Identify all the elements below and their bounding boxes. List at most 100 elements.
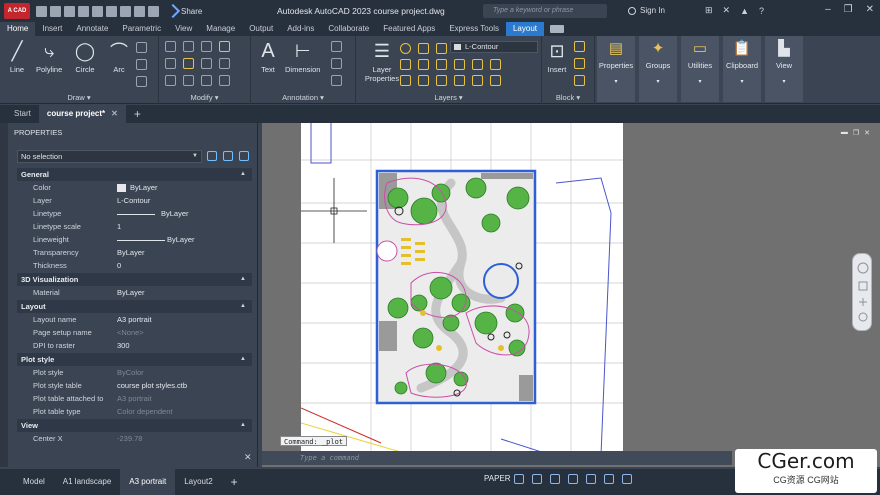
rectangle-icon[interactable] <box>136 42 147 53</box>
share-button[interactable]: Share <box>165 3 202 19</box>
property-row[interactable]: Linetype ByLayer <box>17 207 252 220</box>
property-row[interactable]: Thickness 0 <box>17 259 252 272</box>
tab-parametric[interactable]: Parametric <box>115 22 168 36</box>
layer-lock-icon[interactable] <box>436 43 447 54</box>
block-panel-label[interactable]: Block ▾ <box>542 93 594 102</box>
view-panel-button[interactable]: ▙ View ▾ <box>765 36 803 102</box>
close-icon[interactable]: ✕ <box>866 4 874 15</box>
explode-icon[interactable] <box>219 58 230 69</box>
clipboard-panel-button[interactable]: 📋 Clipboard ▾ <box>723 36 761 102</box>
command-input[interactable]: Type a command <box>300 454 359 462</box>
insert-block-tool[interactable]: ⊡ Insert <box>546 40 568 75</box>
add-layout-plus-icon[interactable]: + <box>222 469 247 495</box>
property-row[interactable]: Transparency ByLayer <box>17 246 252 259</box>
table-icon[interactable] <box>331 75 342 86</box>
layer-tool-6-icon[interactable] <box>490 59 501 70</box>
app-menu-button[interactable]: A CAD <box>4 3 30 19</box>
autodesk-icon[interactable]: ▲ <box>740 6 749 16</box>
line-tool[interactable]: ╱ Line <box>6 40 28 75</box>
close-tab-icon[interactable]: ✕ <box>111 109 118 118</box>
osnap-icon[interactable] <box>568 474 578 484</box>
layout-tab-layout2[interactable]: Layout2 <box>175 469 221 495</box>
property-row[interactable]: Plot style ByColor <box>17 366 252 379</box>
property-row[interactable]: Material ByLayer <box>17 286 252 299</box>
attribute-icon[interactable] <box>574 75 585 86</box>
section-3d-visualization[interactable]: 3D Visualization ▲ <box>17 273 252 286</box>
command-line[interactable]: Type a command <box>262 451 732 465</box>
move-icon[interactable] <box>165 41 176 52</box>
layer-tool-4-icon[interactable] <box>454 59 465 70</box>
restore-icon[interactable]: ❐ <box>844 4 853 15</box>
close-command-line-icon[interactable]: ✕ <box>244 452 252 463</box>
polar-icon[interactable] <box>550 474 560 484</box>
property-row[interactable]: Plot table attached to A3 portrait <box>17 392 252 405</box>
tab-insert[interactable]: Insert <box>35 22 69 36</box>
property-row[interactable]: Linetype scale 1 <box>17 220 252 233</box>
tab-course-project[interactable]: course project* ✕ <box>38 105 126 123</box>
offset-icon[interactable] <box>219 75 230 86</box>
property-row[interactable]: Plot table type Color dependent <box>17 405 252 418</box>
close-viewport-icon[interactable]: ✕ <box>864 129 870 137</box>
tab-annotate[interactable]: Annotate <box>69 22 115 36</box>
leader-icon[interactable] <box>331 58 342 69</box>
annotation-scale-icon[interactable] <box>604 474 614 484</box>
linear-dim-icon[interactable] <box>331 41 342 52</box>
groups-panel-button[interactable]: ✦ Groups ▾ <box>639 36 677 102</box>
cart-icon[interactable]: ⊞ <box>705 5 713 16</box>
circle-tool[interactable]: ◯ Circle <box>74 40 96 75</box>
text-tool[interactable]: A Text <box>257 40 279 75</box>
web-icon[interactable] <box>106 5 117 17</box>
property-row[interactable]: DPI to raster 300 <box>17 339 252 352</box>
erase-icon[interactable] <box>219 41 230 52</box>
selection-dropdown[interactable]: No selection ▼ <box>17 150 202 163</box>
workspace-gear-icon[interactable] <box>622 474 632 484</box>
tab-home[interactable]: Home <box>0 22 36 36</box>
create-block-icon[interactable] <box>574 41 585 52</box>
toggle-pickadd-icon[interactable] <box>207 151 217 161</box>
property-row[interactable]: Color ByLayer <box>17 181 252 194</box>
undo-icon[interactable] <box>134 5 145 17</box>
layout-tab-a1-landscape[interactable]: A1 landscape <box>54 469 120 495</box>
scale-icon[interactable] <box>183 75 194 86</box>
new-tab-plus-icon[interactable]: + <box>126 105 149 123</box>
fillet-icon[interactable] <box>201 58 212 69</box>
property-row[interactable]: Plot style table course plot styles.ctb <box>17 379 252 392</box>
layout-tab-a3-portrait[interactable]: A3 portrait <box>120 469 176 495</box>
gradient-icon[interactable] <box>136 76 147 87</box>
property-row[interactable]: Lineweight ByLayer <box>17 233 252 246</box>
draw-panel-label[interactable]: Draw ▾ <box>0 93 158 102</box>
tab-view[interactable]: View <box>168 22 199 36</box>
section-plot-style[interactable]: Plot style ▲ <box>17 353 252 366</box>
cloud-icon[interactable] <box>92 5 103 17</box>
save-icon[interactable] <box>64 5 75 17</box>
layer-properties-tool[interactable]: ☰ Layer Properties <box>362 40 402 84</box>
polyline-tool[interactable]: ⤷ Polyline <box>36 40 62 75</box>
trim-icon[interactable] <box>201 41 212 52</box>
save-as-icon[interactable] <box>78 5 89 17</box>
annotation-panel-label[interactable]: Annotation ▾ <box>251 93 355 102</box>
print-icon[interactable] <box>120 5 131 17</box>
edit-block-icon[interactable] <box>574 58 585 69</box>
layer-tool-7-icon[interactable] <box>400 75 411 86</box>
tab-manage[interactable]: Manage <box>199 22 242 36</box>
sign-in-button[interactable]: Sign In <box>628 6 665 15</box>
ribbon-toggle-icon[interactable] <box>550 25 564 33</box>
property-row[interactable]: Center X -239.78 <box>17 432 252 445</box>
section-general[interactable]: General ▲ <box>17 168 252 181</box>
tab-output[interactable]: Output <box>242 22 280 36</box>
property-row[interactable]: Layout name A3 portrait <box>17 313 252 326</box>
paper-space-toggle[interactable]: PAPER <box>484 474 511 483</box>
section-layout[interactable]: Layout ▲ <box>17 300 252 313</box>
tab-collaborate[interactable]: Collaborate <box>321 22 376 36</box>
snap-icon[interactable] <box>532 474 542 484</box>
layer-tool-5-icon[interactable] <box>472 59 483 70</box>
arc-tool[interactable]: ⌒ Arc <box>108 40 130 74</box>
layout-tab-model[interactable]: Model <box>14 469 54 495</box>
minimize-viewport-icon[interactable]: ▬ <box>841 129 848 137</box>
tab-express-tools[interactable]: Express Tools <box>442 22 506 36</box>
rotate-icon[interactable] <box>183 41 194 52</box>
utilities-panel-button[interactable]: ▭ Utilities ▾ <box>681 36 719 102</box>
layer-tool-8-icon[interactable] <box>418 75 429 86</box>
new-icon[interactable] <box>36 5 47 17</box>
redo-icon[interactable] <box>148 5 159 17</box>
